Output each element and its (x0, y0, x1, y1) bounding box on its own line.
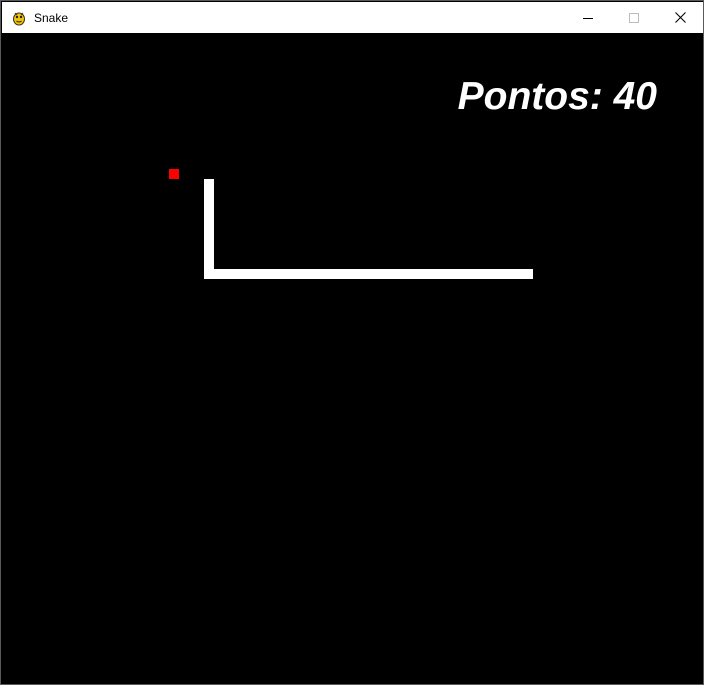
close-icon (674, 12, 686, 23)
pygame-snake-icon (11, 10, 27, 26)
window-title: Snake (34, 10, 69, 25)
game-window: Snake Pontos: 40 (0, 0, 704, 685)
game-canvas[interactable]: Pontos: 40 (2, 33, 703, 684)
minimize-button[interactable] (565, 2, 611, 33)
window-controls (565, 2, 703, 33)
snake-body-horizontal-segment (204, 269, 533, 279)
minimize-icon (583, 17, 593, 19)
maximize-button[interactable] (611, 2, 657, 33)
close-button[interactable] (657, 2, 703, 33)
score-label: Pontos: 40 (457, 75, 657, 118)
title-bar[interactable]: Snake (2, 2, 703, 33)
food-pellet (169, 169, 179, 179)
snake-body-vertical-segment (204, 179, 214, 279)
maximize-icon (629, 12, 639, 23)
